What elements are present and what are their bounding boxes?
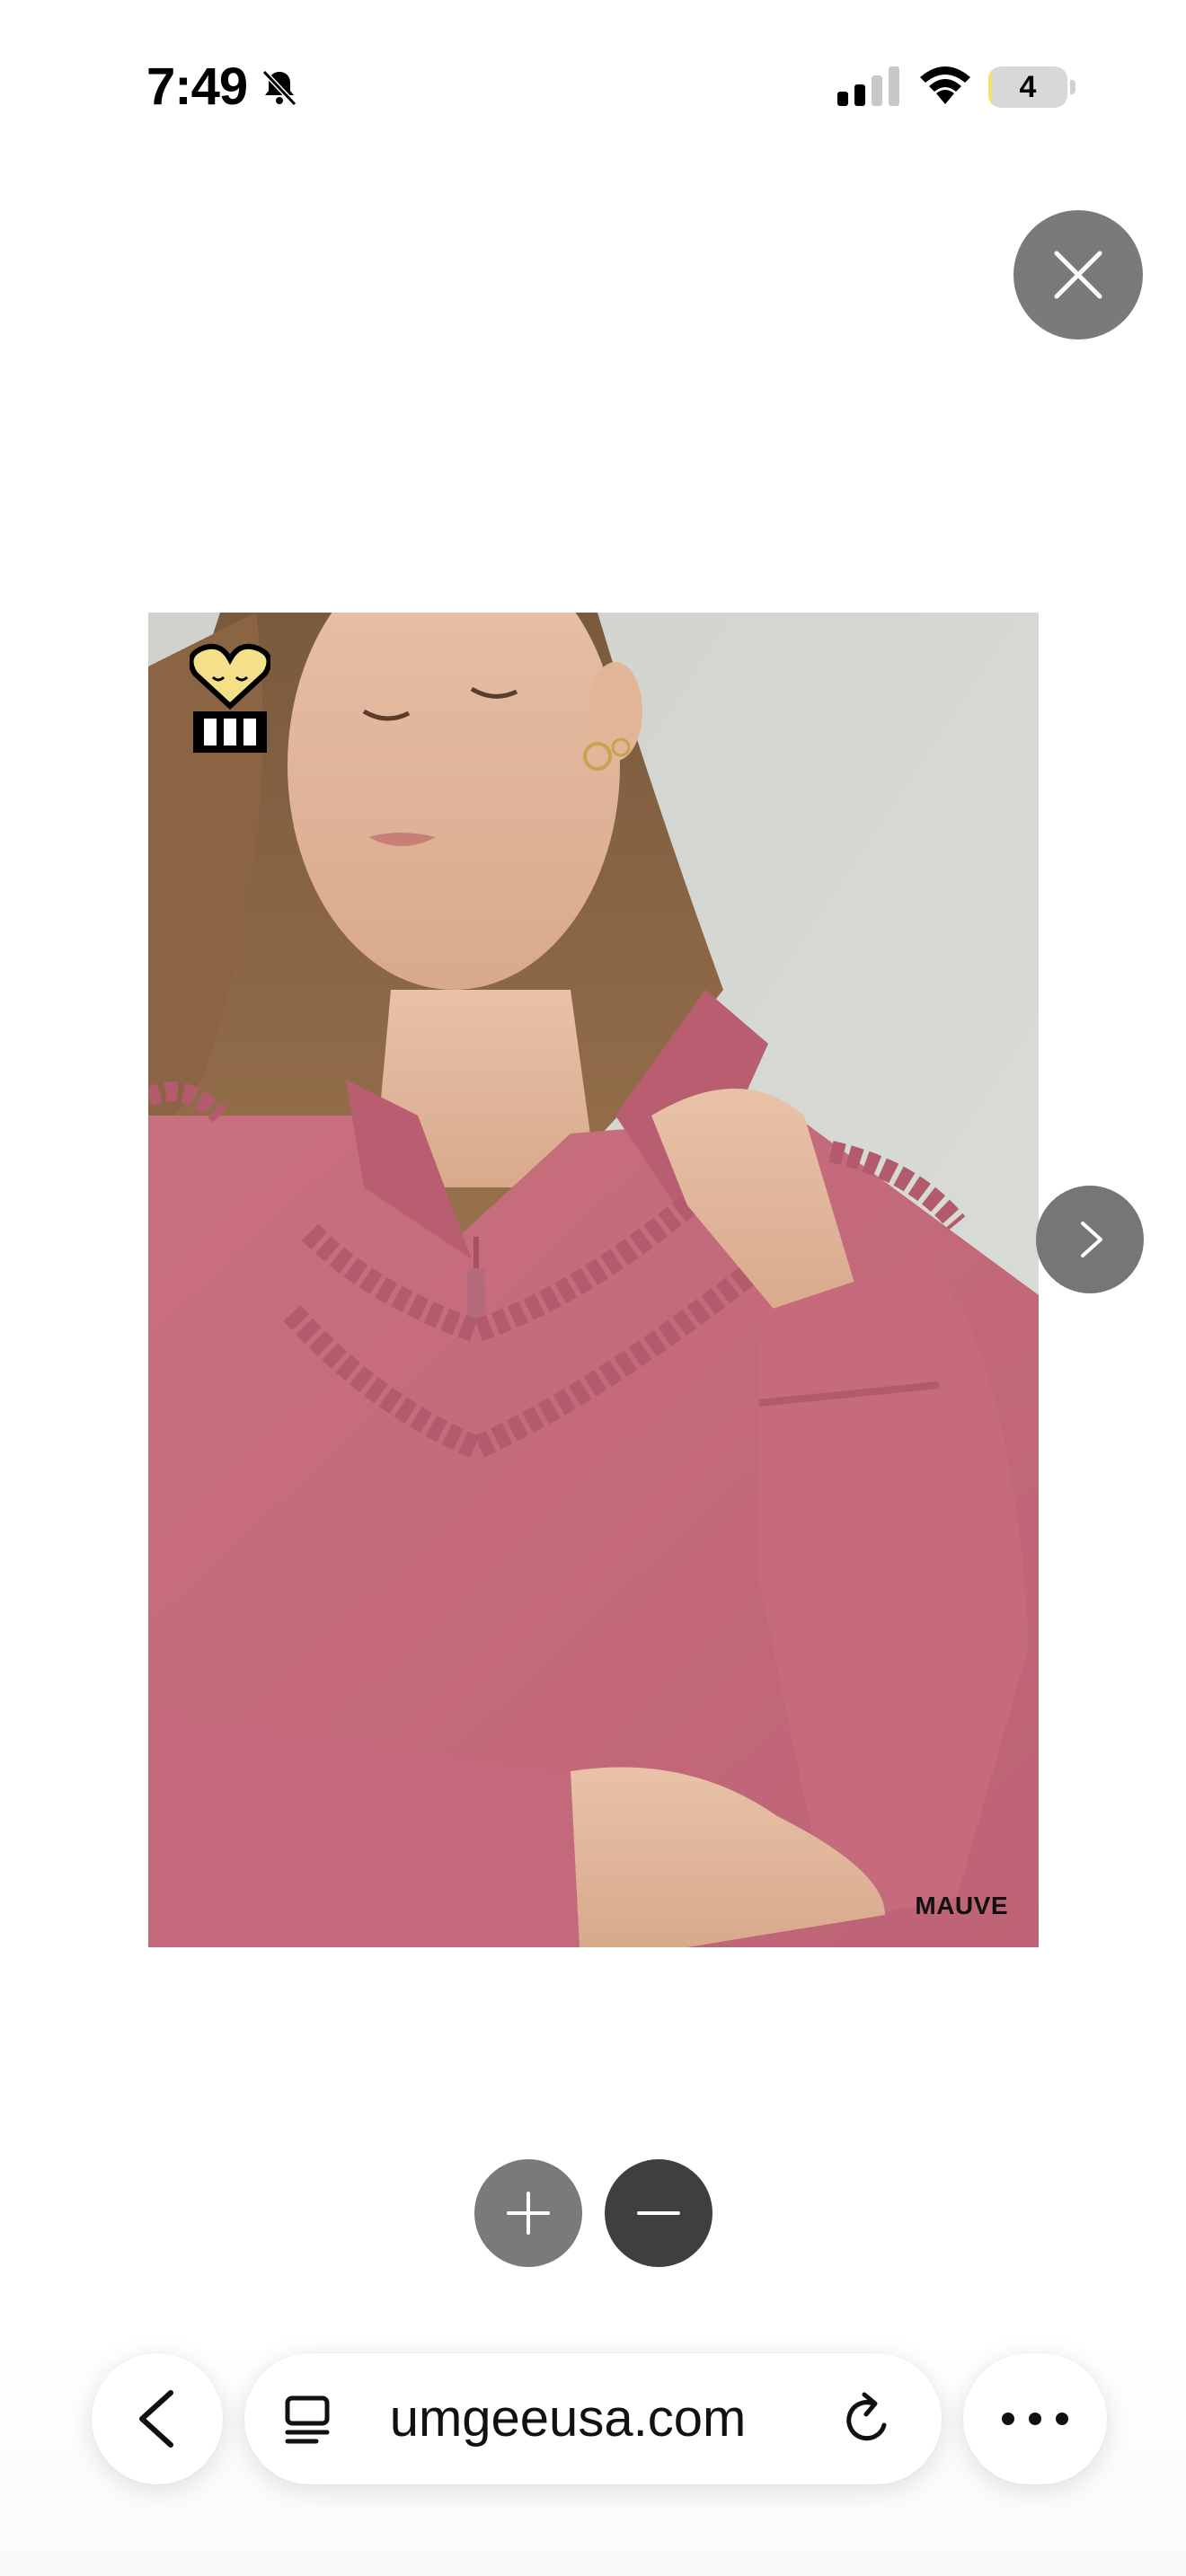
next-image-button[interactable]	[1036, 1186, 1144, 1293]
product-image: MAUVE	[148, 613, 1039, 1947]
minus-icon	[637, 2211, 680, 2215]
cellular-signal-icon	[837, 66, 899, 106]
back-button[interactable]	[92, 2353, 223, 2484]
more-icon	[1002, 2413, 1068, 2425]
chevron-right-icon	[1081, 1222, 1102, 1257]
close-button[interactable]	[1013, 210, 1143, 340]
zoom-in-button[interactable]	[474, 2159, 582, 2267]
more-button[interactable]	[963, 2353, 1107, 2484]
heart-logo-icon	[190, 643, 270, 753]
url-text[interactable]: umgeeusa.com	[334, 2353, 801, 2484]
chevron-left-icon	[139, 2390, 173, 2448]
bell-slash-icon	[261, 69, 297, 107]
zoom-out-button[interactable]	[605, 2159, 712, 2267]
status-time: 7:49	[146, 57, 248, 116]
product-photo	[148, 613, 1039, 1947]
tabs-icon[interactable]	[280, 2393, 334, 2447]
wifi-icon	[920, 66, 970, 104]
address-bar[interactable]: umgeeusa.com	[244, 2353, 942, 2484]
battery-level: 4	[1019, 70, 1037, 104]
battery-icon: 4	[988, 66, 1076, 108]
reload-icon[interactable]	[839, 2391, 897, 2448]
plus-icon	[507, 2192, 550, 2235]
close-icon	[1054, 251, 1102, 299]
product-color-label: MAUVE	[915, 1892, 1008, 1919]
